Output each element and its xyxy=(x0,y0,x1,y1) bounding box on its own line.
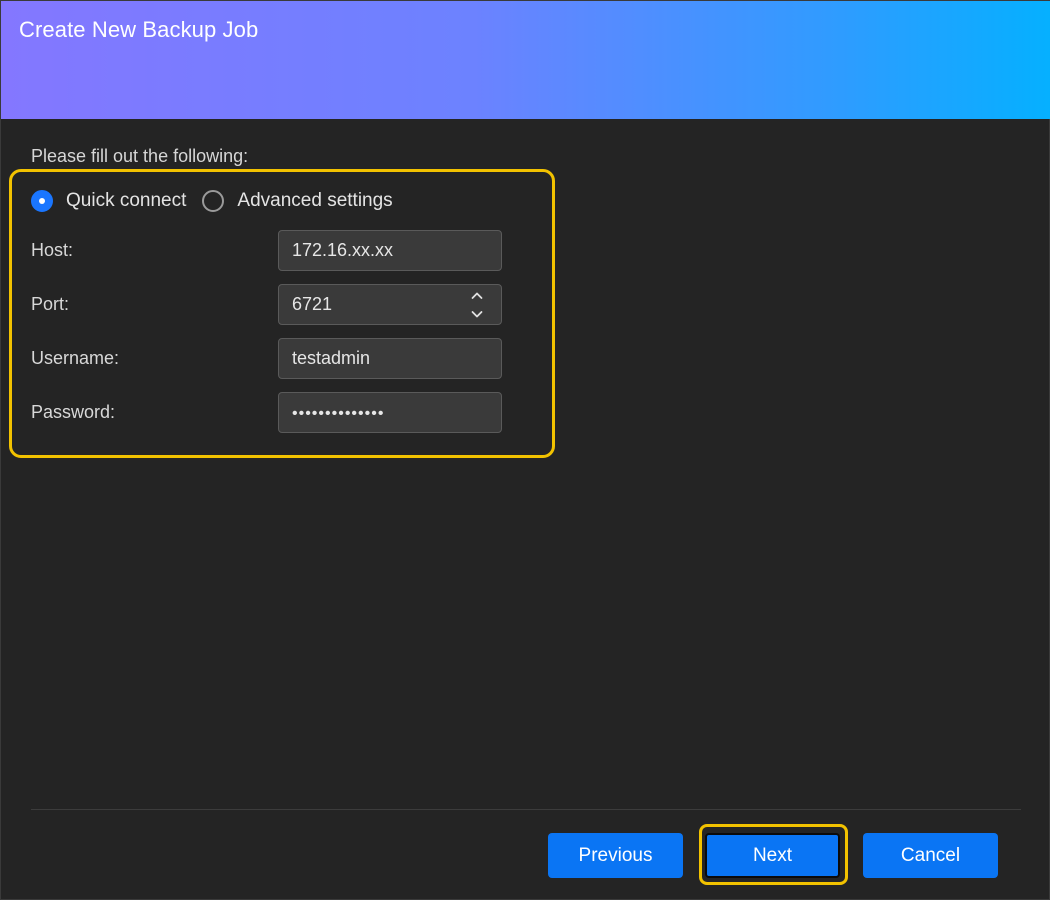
host-input[interactable]: 172.16.xx.xx xyxy=(278,230,502,271)
create-backup-job-dialog: Create New Backup Job Please fill out th… xyxy=(0,0,1050,900)
password-value: •••••••••••••• xyxy=(292,405,385,422)
password-input[interactable]: •••••••••••••• xyxy=(278,392,502,433)
port-label: Port: xyxy=(31,294,70,314)
password-label: Password: xyxy=(31,402,116,422)
advanced-settings-radio[interactable]: Advanced settings xyxy=(202,190,393,212)
cancel-button[interactable]: Cancel xyxy=(863,833,998,878)
port-stepper-input[interactable]: 6721 xyxy=(278,284,502,325)
dialog-title: Create New Backup Job xyxy=(19,17,259,42)
port-value: 6721 xyxy=(292,294,333,314)
quick-connect-label: Quick connect xyxy=(66,190,187,211)
host-value: 172.16.xx.xx xyxy=(292,240,394,260)
previous-button[interactable]: Previous xyxy=(548,833,683,878)
username-value: testadmin xyxy=(292,348,371,368)
radio-checked-icon xyxy=(31,190,53,212)
quick-connect-radio[interactable]: Quick connect xyxy=(31,190,186,212)
dialog-header: Create New Backup Job xyxy=(1,1,1050,119)
connection-mode-radio-group: Quick connect Advanced settings xyxy=(31,187,393,215)
username-input[interactable]: testadmin xyxy=(278,338,502,379)
form-instruction: Please fill out the following: xyxy=(31,146,249,166)
port-stepper[interactable] xyxy=(471,290,483,320)
footer-divider xyxy=(31,809,1021,810)
stepper-chevrons-icon xyxy=(471,292,483,318)
username-label: Username: xyxy=(31,348,120,368)
next-button[interactable]: Next xyxy=(705,833,840,878)
host-label: Host: xyxy=(31,240,74,260)
radio-unchecked-icon xyxy=(202,190,225,212)
advanced-settings-label: Advanced settings xyxy=(237,190,393,211)
